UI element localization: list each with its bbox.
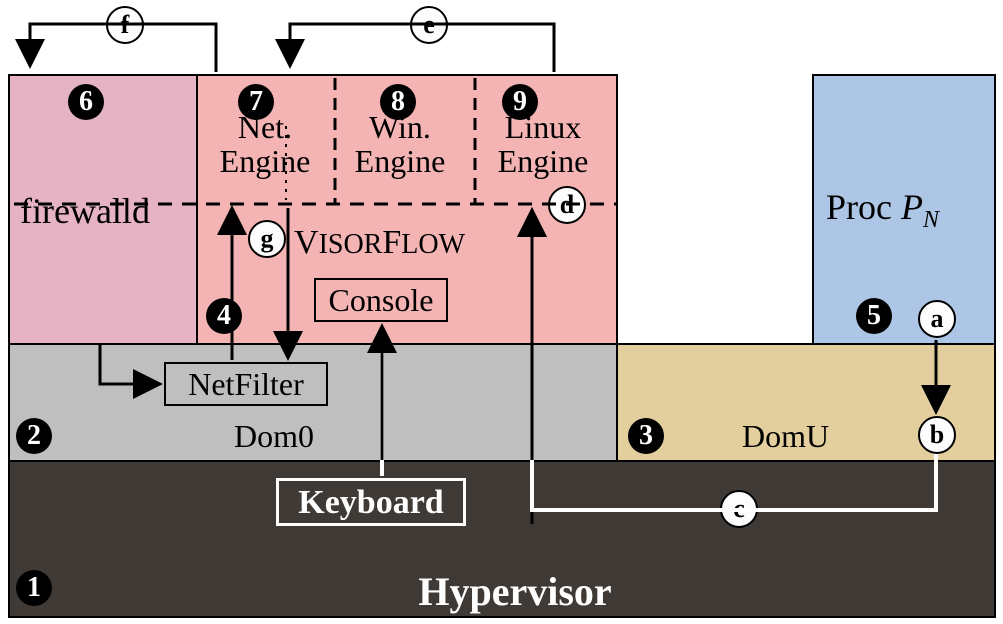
diagram-root: Hypervisor 1 Keyboard Dom0 2 NetFilter D…: [0, 0, 1003, 624]
connector-lines: [0, 0, 1003, 624]
